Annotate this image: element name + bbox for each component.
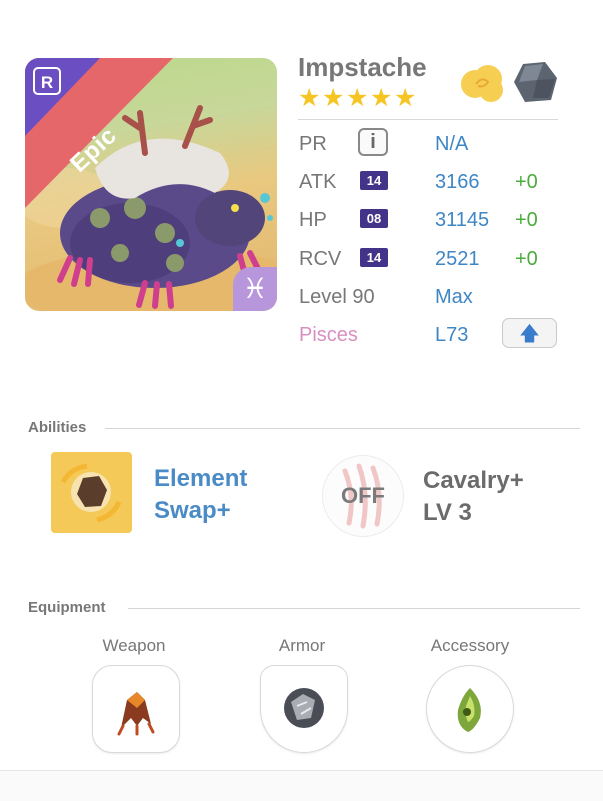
level-label: Level 90 [299,286,375,308]
upgrade-button[interactable]: 🡅 [502,318,557,348]
atk-label: ATK [299,171,337,193]
pr-value: N/A [435,133,469,155]
ability-level: LV 3 [423,499,472,526]
zodiac-label: Pisces [299,324,358,346]
earth-rock-icon [514,62,557,102]
atk-value: 3166 [435,171,480,193]
pisces-zodiac-icon: ♓ [233,267,277,311]
star-icon: ★ [394,84,417,112]
ability-name-line1: Element [154,465,248,492]
header-divider [298,119,558,120]
atk-bonus: +0 [515,171,538,193]
bottom-bar [0,770,603,801]
rank-badge: R [33,67,61,95]
armor-label: Armor [278,636,326,655]
rcv-value: 2521 [435,248,480,270]
star-icon: ★ [298,84,321,112]
zodiac-level-value: L73 [435,324,469,346]
ability-element-swap[interactable]: Element Swap+ [154,463,247,527]
equipment-title: Equipment [28,599,106,616]
hp-bonus: +0 [515,209,538,231]
pr-label: PR [299,133,327,155]
light-cloud-icon [461,65,503,102]
hp-value: 31145 [435,209,490,231]
info-icon[interactable]: i [358,128,388,156]
stone-armor-icon [284,688,324,728]
level-value: Max [435,286,473,308]
abilities-title: Abilities [28,419,87,436]
element-swap-icon[interactable] [51,452,132,533]
star-icon: ★ [370,84,393,112]
weapon-slot[interactable] [92,665,180,753]
rcv-level-badge: 14 [360,248,388,267]
hero-portrait[interactable]: R Epic ♓ [25,58,277,311]
armor-slot[interactable] [260,665,348,753]
hp-level-badge: 08 [360,209,388,228]
star-icon: ★ [322,84,345,112]
accessory-label: Accessory [430,636,510,655]
ability-off-badge: OFF [341,483,385,508]
hp-label: HP [299,209,327,231]
rcv-bonus: +0 [515,248,538,270]
rcv-label: RCV [299,248,342,270]
atk-level-badge: 14 [360,171,388,190]
arrow-up-icon: 🡅 [519,323,540,345]
ability-name-line2: Swap+ [154,497,231,524]
abilities-divider [105,428,580,429]
hero-name: Impstache [298,52,427,82]
star-icon: ★ [346,84,369,112]
green-gem-icon [457,688,481,732]
ability-name-line1: Cavalry+ [423,467,524,494]
weapon-label: Weapon [102,636,166,655]
equipment-divider [128,608,580,609]
ability-cavalry[interactable]: Cavalry+ LV 3 [423,465,524,529]
accessory-slot[interactable] [426,665,514,753]
claw-weapon-icon [117,692,155,736]
